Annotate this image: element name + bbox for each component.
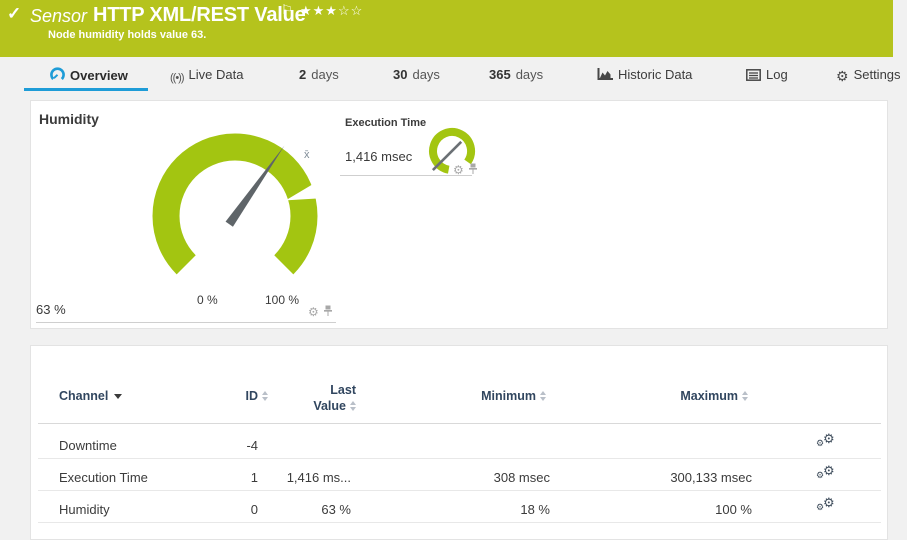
tab-label: days [412,67,439,82]
tab-label: Log [766,67,788,82]
tab-30-days[interactable]: 30 days [393,67,440,91]
channel-minimum: 18 % [451,502,550,517]
column-header-minimum[interactable]: Minimum [451,389,546,403]
sensor-title: HTTP XML/REST Value [93,4,306,27]
average-marker-icon: x̄ [304,149,310,161]
sort-icon [742,391,748,401]
channel-id: 1 [181,470,258,485]
pin-icon[interactable] [323,305,333,317]
gear-icon[interactable]: ⚙ [308,305,319,319]
channel-settings-icon[interactable]: ⚙⚙ [816,467,838,485]
humidity-gauge [151,132,319,278]
gauge-arc [166,147,304,265]
channel-maximum: 300,133 msec [651,470,752,485]
channel-last-value: 1,416 ms... [271,470,351,485]
sort-icon [262,391,268,401]
column-header-last-value[interactable]: Last Value [271,382,356,414]
column-header-channel[interactable]: Channel [59,389,122,403]
tab-365-days[interactable]: 365 days [489,67,543,91]
row-divider [38,490,881,491]
column-header-maximum[interactable]: Maximum [651,389,748,403]
row-divider [38,522,881,523]
tab-number: 30 [393,67,407,82]
panel-divider [340,175,472,176]
sort-icon [350,401,356,411]
channel-id: 0 [181,502,258,517]
channel-settings-icon[interactable]: ⚙⚙ [816,435,838,453]
panel-divider [36,322,336,323]
sort-desc-icon [114,394,122,399]
gauge-max-label: 100 % [265,293,299,307]
tab-label: Live Data [189,67,244,82]
pin-icon[interactable] [468,163,478,175]
tab-label: Overview [70,68,128,83]
tab-live-data[interactable]: ((•)) Live Data [170,67,243,91]
channel-name[interactable]: Downtime [59,438,117,453]
humidity-gauge-title: Humidity [39,111,99,127]
gauge-icon [50,67,65,85]
channel-minimum: 308 msec [451,470,550,485]
tab-2-days[interactable]: 2 days [299,67,339,91]
humidity-current-value: 63 % [36,302,66,317]
tab-settings[interactable]: ⚙ Settings [836,67,901,91]
tab-log[interactable]: Log [746,67,788,91]
sensor-status-bar: ✓ Sensor HTTP XML/REST Value ⚐ ★★★☆☆ Nod… [0,0,893,57]
row-divider [38,458,881,459]
execution-time-current-value: 1,416 msec [345,149,412,164]
area-chart-icon [597,68,613,84]
channel-settings-icon[interactable]: ⚙⚙ [816,499,838,517]
channel-id: -4 [181,438,258,453]
table-header-divider [38,423,881,424]
tab-number: 365 [489,67,511,82]
priority-stars[interactable]: ★★★☆☆ [300,3,363,19]
tab-historic-data[interactable]: Historic Data [597,67,692,91]
object-kind-label: Sensor [30,6,87,27]
active-tab-underline [24,88,148,91]
status-ok-icon: ✓ [7,4,21,24]
log-list-icon [746,69,761,84]
humidity-gauge-actions: ⚙ [308,303,333,321]
flag-icon[interactable]: ⚐ [281,2,293,18]
sensor-status-message: Node humidity holds value 63. [48,29,206,41]
gear-icon: ⚙ [836,68,849,85]
channel-last-value: 63 % [271,502,351,517]
tab-label: days [516,67,543,82]
overview-gauges-card: Humidity x̄ 0 % 100 % 63 % ⚙ Execution T… [30,100,888,329]
channel-name[interactable]: Humidity [59,502,110,517]
execution-time-gauge-title: Execution Time [345,117,426,129]
gauge-min-label: 0 % [197,293,218,307]
sort-icon [540,391,546,401]
execution-gauge-actions: ⚙ [453,161,478,179]
column-header-id[interactable]: ID [181,389,268,403]
tab-number: 2 [299,67,306,82]
channel-maximum: 100 % [651,502,752,517]
tab-label: days [311,67,338,82]
channels-table-card: Channel ID Last Value Minimum Maximum Do… [30,345,888,540]
tab-label: Historic Data [618,67,692,82]
channel-name[interactable]: Execution Time [59,470,148,485]
broadcast-icon: ((•)) [170,72,184,84]
tab-label: Settings [854,67,901,82]
